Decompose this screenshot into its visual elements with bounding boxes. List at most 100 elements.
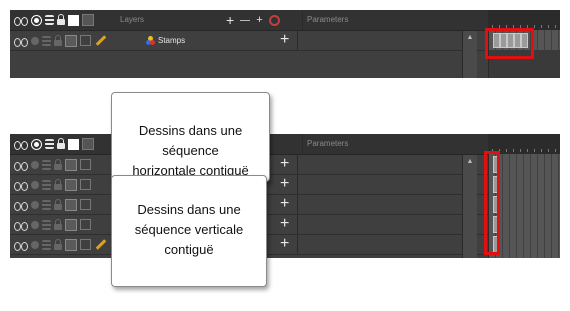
timeline-header: Layers + + Parameters	[10, 10, 560, 31]
visibility-eyes-icon[interactable]	[14, 240, 28, 251]
box-icon[interactable]	[80, 219, 91, 230]
color-swatch-icon[interactable]	[65, 178, 77, 191]
target-icon[interactable]	[31, 14, 42, 26]
add-peg-icon[interactable]: +	[256, 14, 262, 26]
pencil-icon[interactable]	[95, 239, 107, 250]
color-swatch-icon[interactable]	[68, 138, 79, 150]
callout-line: contiguë	[164, 242, 214, 257]
dot-icon[interactable]	[31, 240, 39, 249]
stack-icon[interactable]	[42, 199, 51, 210]
stack-icon[interactable]	[45, 15, 54, 25]
visibility-eyes-icon[interactable]	[14, 160, 28, 171]
box-icon[interactable]	[80, 239, 91, 250]
callout-line: séquence	[162, 143, 219, 158]
add-layer-icon[interactable]: +	[226, 12, 234, 28]
stack-icon[interactable]	[45, 139, 54, 149]
callout-vertical-sequence: Dessins dans une séquence verticale cont…	[111, 175, 267, 287]
stamps-layer-icon	[146, 36, 155, 45]
add-parameter-icon[interactable]: +	[280, 175, 289, 194]
color-swatch-icon[interactable]	[65, 198, 77, 211]
parameters-label: Parameters	[302, 134, 348, 154]
scrollbar[interactable]: ▲	[462, 155, 477, 258]
layer-settings-icon[interactable]	[268, 14, 280, 26]
column-divider	[297, 215, 298, 234]
column-divider	[297, 31, 298, 50]
lock-icon[interactable]	[54, 198, 62, 210]
dot-icon[interactable]	[31, 36, 39, 45]
visibility-eyes-icon[interactable]	[14, 200, 28, 211]
layer-row-stamps[interactable]: Stamps +	[10, 31, 488, 51]
lock-icon[interactable]	[54, 178, 62, 190]
box-icon[interactable]	[80, 159, 91, 170]
show-all-eyes-icon[interactable]	[14, 15, 28, 26]
callout-line: Dessins dans une	[138, 123, 243, 138]
dot-icon[interactable]	[31, 220, 39, 229]
frame-ruler[interactable]	[488, 10, 560, 30]
box-icon[interactable]	[80, 179, 91, 190]
pencil-icon[interactable]	[95, 35, 107, 46]
add-parameter-icon[interactable]: +	[280, 235, 289, 254]
layers-label: Layers	[120, 15, 145, 24]
row-toggles	[10, 235, 107, 254]
timeline-panel-horizontal: Layers + + Parameters Stamps + ▲	[10, 10, 560, 78]
visibility-eyes-icon[interactable]	[14, 220, 28, 231]
outline-icon[interactable]	[82, 14, 94, 26]
add-parameter-icon[interactable]: +	[280, 155, 289, 174]
show-all-eyes-icon[interactable]	[14, 139, 28, 150]
callout-line: Dessins dans une	[137, 202, 241, 217]
scrollbar[interactable]: ▲	[462, 31, 477, 78]
timeline-header: Parameters	[10, 134, 560, 155]
color-swatch-icon[interactable]	[65, 218, 77, 231]
row-toggles	[10, 31, 107, 50]
header-toggles	[10, 10, 94, 30]
scroll-up-icon[interactable]: ▲	[463, 155, 477, 169]
stack-icon[interactable]	[42, 179, 51, 190]
add-parameter-icon[interactable]: +	[280, 195, 289, 214]
target-icon[interactable]	[31, 138, 42, 150]
lock-icon[interactable]	[54, 158, 62, 170]
color-swatch-icon[interactable]	[68, 14, 79, 26]
row-toggles	[10, 195, 91, 214]
lock-icon[interactable]	[57, 14, 65, 25]
visibility-eyes-icon[interactable]	[14, 36, 28, 47]
frame-ticks	[492, 149, 560, 152]
box-icon[interactable]	[80, 35, 91, 46]
stack-icon[interactable]	[42, 35, 51, 46]
timeline-panel-vertical: Parameters + + + + + ▲	[10, 134, 560, 258]
scroll-up-icon[interactable]: ▲	[463, 31, 477, 45]
color-swatch-icon[interactable]	[65, 34, 77, 47]
add-parameter-icon[interactable]: +	[280, 31, 289, 50]
color-swatch-icon[interactable]	[65, 238, 77, 251]
lock-icon[interactable]	[57, 138, 65, 149]
row-toggles	[10, 155, 91, 174]
layer-name: Stamps	[158, 36, 186, 45]
column-divider	[297, 195, 298, 214]
stack-icon[interactable]	[42, 239, 51, 250]
vertical-sequence-highlight	[484, 151, 500, 255]
row-toggles	[10, 215, 91, 234]
stack-icon[interactable]	[42, 219, 51, 230]
column-divider	[297, 155, 298, 174]
stack-icon[interactable]	[42, 159, 51, 170]
callout-line: séquence verticale	[134, 222, 244, 237]
remove-layer-icon[interactable]	[240, 19, 251, 21]
dot-icon[interactable]	[31, 200, 39, 209]
callout-horizontal-sequence: Dessins dans une séquence horizontale co…	[111, 92, 270, 182]
lock-icon[interactable]	[54, 238, 62, 250]
dot-icon[interactable]	[31, 160, 39, 169]
color-swatch-icon[interactable]	[65, 158, 77, 171]
add-parameter-icon[interactable]: +	[280, 215, 289, 234]
box-icon[interactable]	[80, 199, 91, 210]
visibility-eyes-icon[interactable]	[14, 180, 28, 191]
lock-icon[interactable]	[54, 218, 62, 230]
column-divider	[297, 175, 298, 194]
row-toggles	[10, 175, 91, 194]
horizontal-sequence-highlight	[485, 28, 534, 59]
parameters-label: Parameters	[302, 10, 348, 30]
outline-icon[interactable]	[82, 138, 94, 150]
dot-icon[interactable]	[31, 180, 39, 189]
lock-icon[interactable]	[54, 34, 62, 46]
layer-tools: + +	[226, 10, 280, 30]
header-toggles	[10, 134, 94, 154]
column-divider	[297, 235, 298, 254]
